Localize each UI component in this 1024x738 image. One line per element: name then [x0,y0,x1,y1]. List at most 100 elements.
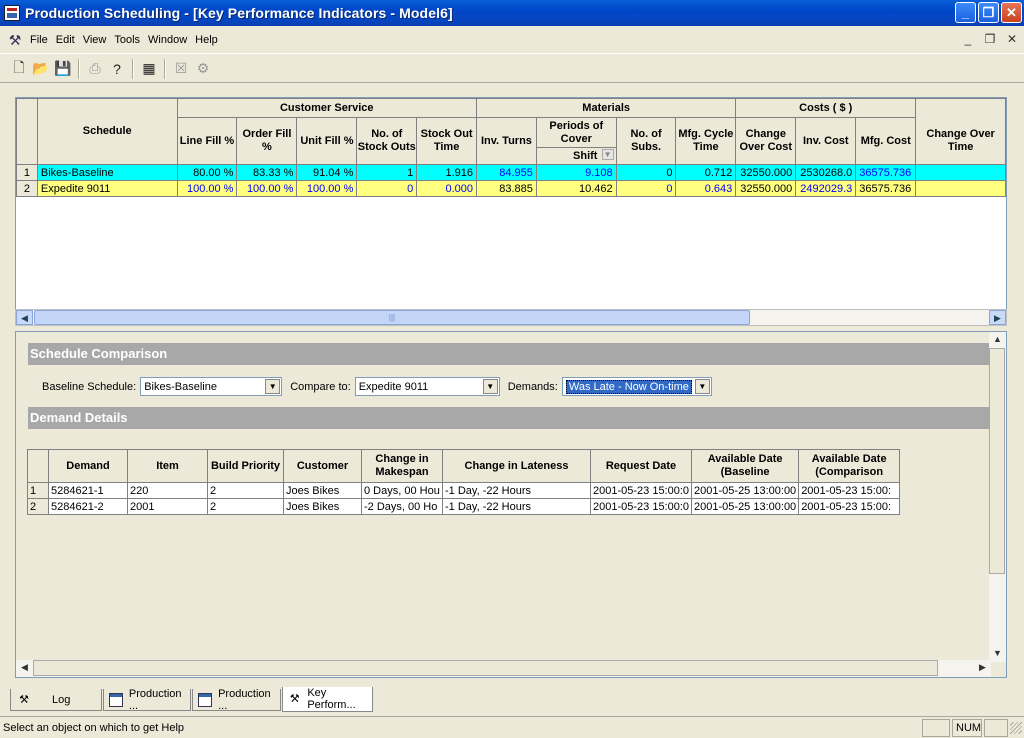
cell-item[interactable]: 2001 [127,498,208,515]
panel-vertical-scrollbar[interactable]: ▲ ▼ [989,332,1006,662]
cell-unit-fill[interactable]: 100.00 % [296,180,358,197]
tools-icon[interactable]: ⚙ [192,58,214,80]
table-row[interactable]: 1 Bikes-Baseline 80.00 % 83.33 % 91.04 %… [16,164,1006,181]
scroll-right-icon[interactable]: ▶ [974,660,991,676]
resize-grip-icon[interactable] [1010,721,1022,734]
cell-item[interactable]: 220 [127,482,208,499]
col-line-fill[interactable]: Line Fill % [176,117,238,165]
col-subs[interactable]: No. of Subs. [615,117,677,165]
kpi-horizontal-scrollbar[interactable]: ◀ ||| ▶ [15,309,1007,326]
cell-schedule[interactable]: Bikes-Baseline [36,164,178,181]
cell-order-fill[interactable]: 100.00 % [236,180,298,197]
col-demand[interactable]: Demand [48,449,128,483]
col-item[interactable]: Item [127,449,208,483]
scroll-down-icon[interactable]: ▼ [989,646,1006,662]
col-change-makespan[interactable]: Change in Makespan [361,449,443,483]
cell-demand[interactable]: 5284621-1 [48,482,128,499]
cell-build-priority[interactable]: 2 [207,498,284,515]
save-icon[interactable]: 💾 [52,58,74,80]
menu-edit[interactable]: Edit [52,34,79,46]
tab-production-2[interactable]: Production ... [192,688,281,712]
table-row[interactable]: 2 Expedite 9011 100.00 % 100.00 % 100.00… [16,180,1006,197]
cell-inv-cost[interactable]: 2492029.3 [795,180,857,197]
maximize-button[interactable]: ❐ [978,2,999,23]
col-unit-fill[interactable]: Unit Fill % [296,117,358,165]
col-inv-turns[interactable]: Inv. Turns [476,117,537,165]
cell-periods-cover[interactable]: 9.108 [535,164,617,181]
cell-stock-out-time[interactable]: 1.916 [416,164,478,181]
cell-available-comparison[interactable]: 2001-05-23 15:00: [798,498,901,515]
periods-unit-select[interactable]: Shift ▼ [535,147,617,165]
cell-inv-cost[interactable]: 2530268.0 [795,164,857,181]
scroll-up-icon[interactable]: ▲ [989,332,1006,348]
cell-available-baseline[interactable]: 2001-05-25 13:00:00 [691,498,800,515]
cell-change-over-cost[interactable]: 32550.000 [735,180,797,197]
col-customer[interactable]: Customer [283,449,362,483]
cell-demand[interactable]: 5284621-2 [48,498,128,515]
close-button[interactable]: ✕ [1001,2,1022,23]
cell-mfg-cycle[interactable]: 0.643 [675,180,737,197]
col-available-comparison[interactable]: Available Date (Comparison [798,449,901,483]
col-stock-out-time[interactable]: Stock Out Time [416,117,478,165]
scroll-thumb[interactable] [989,348,1005,574]
cell-line-fill[interactable]: 80.00 % [176,164,238,181]
baseline-select[interactable]: Bikes-Baseline ▼ [140,377,283,396]
new-document-icon[interactable]: 🗋 [8,58,30,80]
cell-change-makespan[interactable]: 0 Days, 00 Hou [361,482,443,499]
cell-request-date[interactable]: 2001-05-23 15:00:0 [589,482,693,499]
scroll-left-icon[interactable]: ◀ [16,660,33,676]
cell-available-comparison[interactable]: 2001-05-23 15:00: [798,482,901,499]
chevron-down-icon[interactable]: ▼ [694,379,710,394]
chevron-down-icon[interactable]: ▼ [601,149,614,160]
scroll-right-icon[interactable]: ▶ [989,310,1006,325]
col-schedule[interactable]: Schedule [36,98,178,165]
menu-tools[interactable]: Tools [110,34,144,46]
cell-change-makespan[interactable]: -2 Days, 00 Ho [361,498,443,515]
compare-select[interactable]: Expedite 9011 ▼ [354,377,500,396]
menu-view[interactable]: View [79,34,111,46]
menu-help[interactable]: Help [191,34,222,46]
chevron-down-icon[interactable]: ▼ [265,379,281,394]
cell-mfg-cycle[interactable]: 0.712 [675,164,737,181]
col-inv-cost[interactable]: Inv. Cost [795,117,857,165]
tab-production-1[interactable]: Production ... [103,688,191,712]
grid-icon[interactable]: ▦ [138,58,160,80]
scroll-left-icon[interactable]: ◀ [16,310,33,325]
cell-build-priority[interactable]: 2 [207,482,284,499]
open-folder-icon[interactable]: 📂 [30,58,52,80]
col-stock-outs[interactable]: No. of Stock Outs [356,117,418,165]
col-request-date[interactable]: Request Date [589,449,693,483]
cell-periods-cover[interactable]: 10.462 [535,180,617,197]
cell-change-over-cost[interactable]: 32550.000 [735,164,797,181]
tab-log[interactable]: ⚒ Log [10,689,102,711]
cell-inv-turns[interactable]: 83.885 [476,180,537,197]
demands-select[interactable]: Was Late - Now On-time ▼ [561,377,712,396]
cell-customer[interactable]: Joes Bikes [283,498,362,515]
table-row[interactable]: 1 5284621-1 220 2 Joes Bikes 0 Days, 00 … [27,482,901,499]
mdi-close-button[interactable]: ✕ [1004,32,1020,46]
col-periods-of-cover[interactable]: Periods of Cover [535,117,617,148]
chevron-down-icon[interactable]: ▼ [482,379,498,394]
document-icon[interactable]: ⚒ [6,31,24,49]
cell-request-date[interactable]: 2001-05-23 15:00:0 [589,498,693,515]
col-change-over-cost[interactable]: Change Over Cost [735,117,797,165]
scroll-thumb[interactable]: ||| [34,310,750,325]
cell-inv-turns[interactable]: 84.955 [476,164,537,181]
menu-file[interactable]: File [26,34,52,46]
print-icon[interactable]: ⎙ [84,58,106,80]
cell-change-lateness[interactable]: -1 Day, -22 Hours [442,482,591,499]
cell-stock-outs[interactable]: 1 [356,164,418,181]
delete-icon[interactable]: ☒ [170,58,192,80]
cell-change-over-time[interactable] [915,164,1006,181]
cell-order-fill[interactable]: 83.33 % [236,164,298,181]
col-available-baseline[interactable]: Available Date (Baseline [691,449,800,483]
col-change-lateness[interactable]: Change in Lateness [442,449,591,483]
cell-schedule[interactable]: Expedite 9011 [36,180,178,197]
cell-change-lateness[interactable]: -1 Day, -22 Hours [442,498,591,515]
cell-mfg-cost[interactable]: 36575.736 [855,164,917,181]
cell-customer[interactable]: Joes Bikes [283,482,362,499]
cell-stock-out-time[interactable]: 0.000 [416,180,478,197]
col-build-priority[interactable]: Build Priority [207,449,284,483]
help-icon[interactable]: ? [106,58,128,80]
scroll-thumb[interactable] [33,660,938,676]
